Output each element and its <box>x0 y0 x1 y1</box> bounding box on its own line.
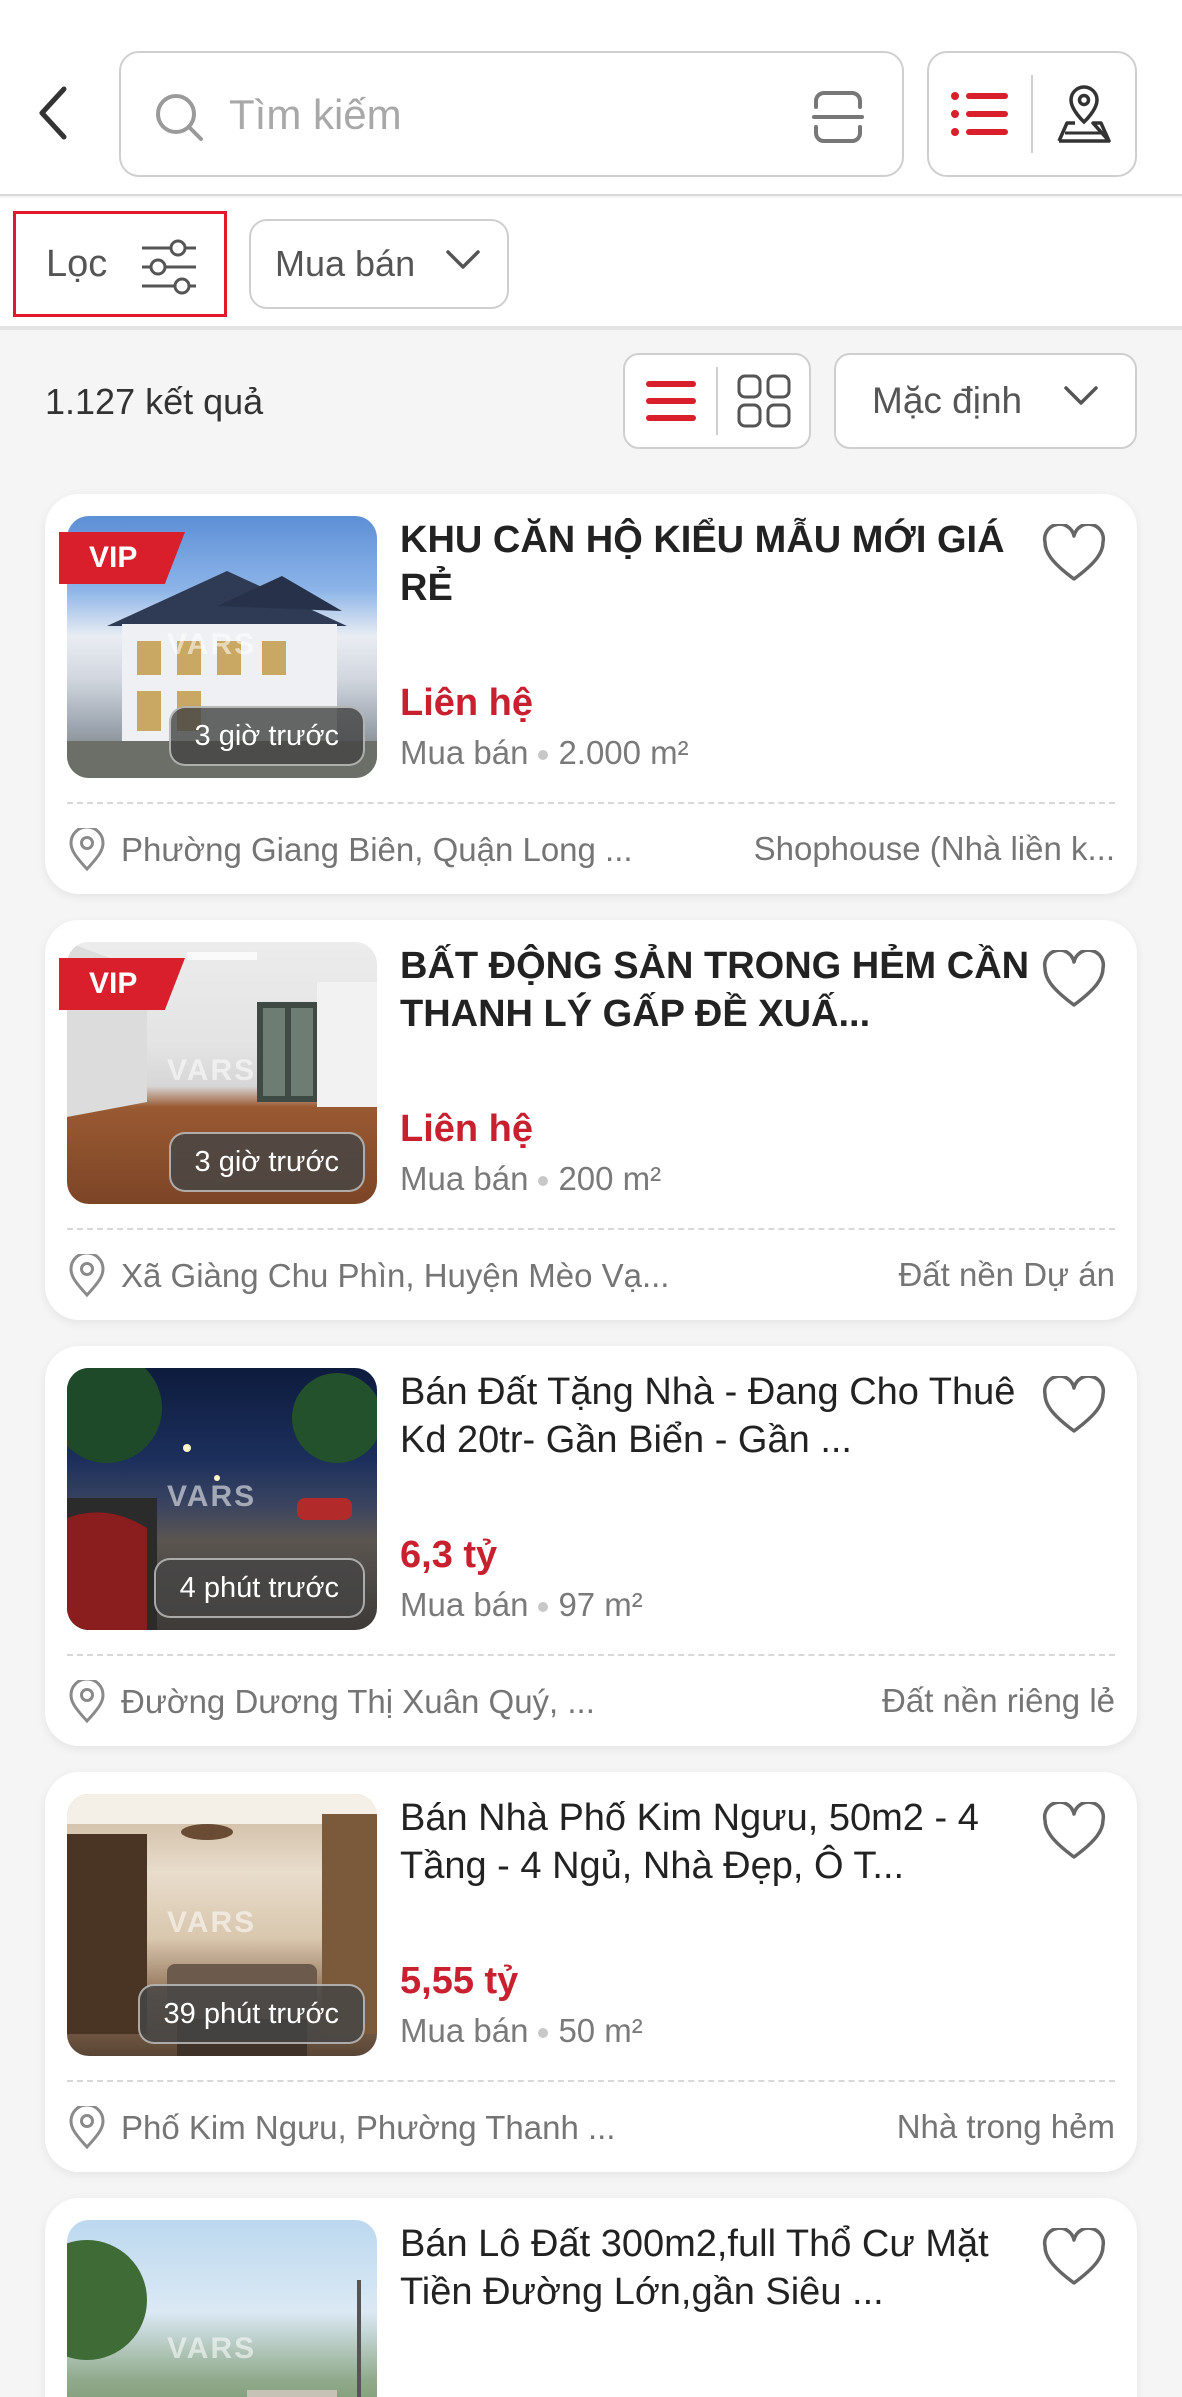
heart-icon[interactable] <box>1041 2228 1107 2288</box>
sliders-icon <box>142 239 196 295</box>
chevron-down-icon <box>1064 386 1098 405</box>
search-icon <box>156 94 203 141</box>
transaction-type-dropdown[interactable]: Mua bán <box>249 219 509 309</box>
filter-button[interactable]: Lọc <box>13 211 227 317</box>
list-layout-button[interactable] <box>625 355 716 447</box>
listing-category: Shophouse (Nhà liền k... <box>753 830 1115 867</box>
listing-price: 5,55 tỷ <box>400 1960 519 2002</box>
location-text: Phố Kim Ngưu, Phường Thanh ... <box>121 2109 616 2146</box>
heart-icon[interactable] <box>1041 524 1107 584</box>
chevron-left-icon <box>39 86 67 140</box>
listing-price: Liên hệ <box>400 1108 534 1150</box>
grid-layout-button[interactable] <box>718 355 809 447</box>
chevron-down-icon <box>446 250 480 269</box>
listing-title[interactable]: Bán Lô Đất 300m2,full Thổ Cư Mặt Tiền Đư… <box>400 2220 1050 2316</box>
listing-category: Nhà trong hẻm <box>896 2108 1115 2145</box>
sort-label: Mặc định <box>872 380 1023 421</box>
listing-meta: Mua bán 97 m² <box>400 1586 643 1624</box>
divider <box>67 802 1115 804</box>
location-pin-icon <box>69 828 105 872</box>
location-text: Đường Dương Thị Xuân Quý, ... <box>121 1683 595 1720</box>
separator-dot <box>538 750 549 761</box>
listing-card[interactable]: VARS 4 phút trước Bán Đất Tặng Nhà - Đan… <box>45 1346 1137 1746</box>
vip-badge: VIP <box>59 532 185 584</box>
listing-title[interactable]: KHU CĂN HỘ KIỂU MẪU MỚI GIÁ RẺ <box>400 516 1050 612</box>
results-count: 1.127 kết quả <box>45 381 264 422</box>
location-text: Phường Giang Biên, Quận Long ... <box>121 831 633 868</box>
listing-meta: Mua bán 50 m² <box>400 2012 643 2050</box>
divider <box>67 2080 1115 2082</box>
map-pin-icon <box>1057 85 1111 143</box>
listing-location: Đường Dương Thị Xuân Quý, ... <box>67 1676 687 1728</box>
transaction-type-label: Mua bán <box>275 243 416 284</box>
time-badge: 3 giờ trước <box>168 1132 365 1192</box>
divider <box>67 1228 1115 1230</box>
listing-price: 6,3 tỷ <box>400 1534 498 1576</box>
search-box[interactable] <box>119 51 904 177</box>
scan-icon[interactable] <box>810 89 866 145</box>
watermark: VARS <box>167 1480 257 1513</box>
sort-dropdown[interactable]: Mặc định <box>834 353 1137 449</box>
top-bar <box>0 0 1182 196</box>
area: 200 m² <box>558 1160 662 1197</box>
listing-location: Phường Giang Biên, Quận Long ... <box>67 824 687 876</box>
listing-category: Đất nền Dự án <box>898 1256 1115 1293</box>
divider <box>67 1654 1115 1656</box>
listing-photo[interactable]: VARS 4 phút trước <box>67 1368 377 1630</box>
watermark: VARS <box>167 1906 257 1939</box>
listing-location: Phố Kim Ngưu, Phường Thanh ... <box>67 2102 687 2154</box>
vip-badge: VIP <box>59 958 185 1010</box>
listing-meta: Mua bán 200 m² <box>400 1160 661 1198</box>
location-text: Xã Giàng Chu Phìn, Huyện Mèo Vạ... <box>121 1257 670 1294</box>
listing-card[interactable]: VARS 3 giờ trước VIP KHU CĂN HỘ KIỂU MẪU… <box>45 494 1137 894</box>
time-badge: 4 phút trước <box>153 1558 365 1618</box>
deal-type: Mua bán <box>400 1160 529 1197</box>
filter-label: Lọc <box>46 242 108 285</box>
deal-type: Mua bán <box>400 734 529 771</box>
deal-type: Mua bán <box>400 1586 529 1623</box>
location-pin-icon <box>69 1680 105 1724</box>
area: 2.000 m² <box>558 734 689 771</box>
area: 97 m² <box>558 1586 643 1623</box>
list-icon <box>951 92 1008 136</box>
deal-type: Mua bán <box>400 2012 529 2049</box>
list-lines-icon <box>645 381 696 421</box>
time-badge: 3 giờ trước <box>168 706 365 766</box>
heart-icon[interactable] <box>1041 950 1107 1010</box>
list-view-button[interactable] <box>929 53 1031 175</box>
listing-card[interactable]: VARS 3 giờ trước VIP BẤT ĐỘNG SẢN TRONG … <box>45 920 1137 1320</box>
listing-title[interactable]: Bán Đất Tặng Nhà - Đang Cho Thuê Kd 20tr… <box>400 1368 1050 1464</box>
location-pin-icon <box>69 2106 105 2150</box>
listing-title[interactable]: BẤT ĐỘNG SẢN TRONG HẺM CẦN THANH LÝ GẤP … <box>400 942 1050 1038</box>
filter-bar: Lọc Mua bán <box>0 198 1182 330</box>
listing-card[interactable]: VARS 39 phút trước Bán Nhà Phố Kim Ngưu,… <box>45 1772 1137 2172</box>
listing-title[interactable]: Bán Nhà Phố Kim Ngưu, 50m2 - 4 Tầng - 4 … <box>400 1794 1050 1890</box>
grid-icon <box>737 374 790 428</box>
back-button[interactable] <box>26 78 80 148</box>
listing-photo[interactable]: VARS 39 phút trước <box>67 1794 377 2056</box>
map-view-button[interactable] <box>1033 53 1135 175</box>
watermark: VARS <box>167 2332 257 2365</box>
heart-icon[interactable] <box>1041 1376 1107 1436</box>
separator-dot <box>538 2028 549 2039</box>
watermark: VARS <box>167 1054 257 1087</box>
search-input[interactable] <box>229 83 789 147</box>
watermark: VARS <box>167 628 257 661</box>
listing-location: Xã Giàng Chu Phìn, Huyện Mèo Vạ... <box>67 1250 687 1302</box>
listing-photo[interactable]: VARS <box>67 2220 377 2397</box>
layout-toggle <box>623 353 811 449</box>
listing-price: Liên hệ <box>400 682 534 724</box>
listing-meta: Mua bán 2.000 m² <box>400 734 689 772</box>
separator-dot <box>538 1602 549 1613</box>
heart-icon[interactable] <box>1041 1802 1107 1862</box>
time-badge: 39 phút trước <box>137 1984 365 2044</box>
list-map-toggle <box>927 51 1137 177</box>
location-pin-icon <box>69 1254 105 1298</box>
listing-category: Đất nền riêng lẻ <box>882 1682 1115 1719</box>
area: 50 m² <box>558 2012 643 2049</box>
listing-card[interactable]: VARS Bán Lô Đất 300m2,full Thổ Cư Mặt Ti… <box>45 2198 1137 2397</box>
separator-dot <box>538 1176 549 1187</box>
